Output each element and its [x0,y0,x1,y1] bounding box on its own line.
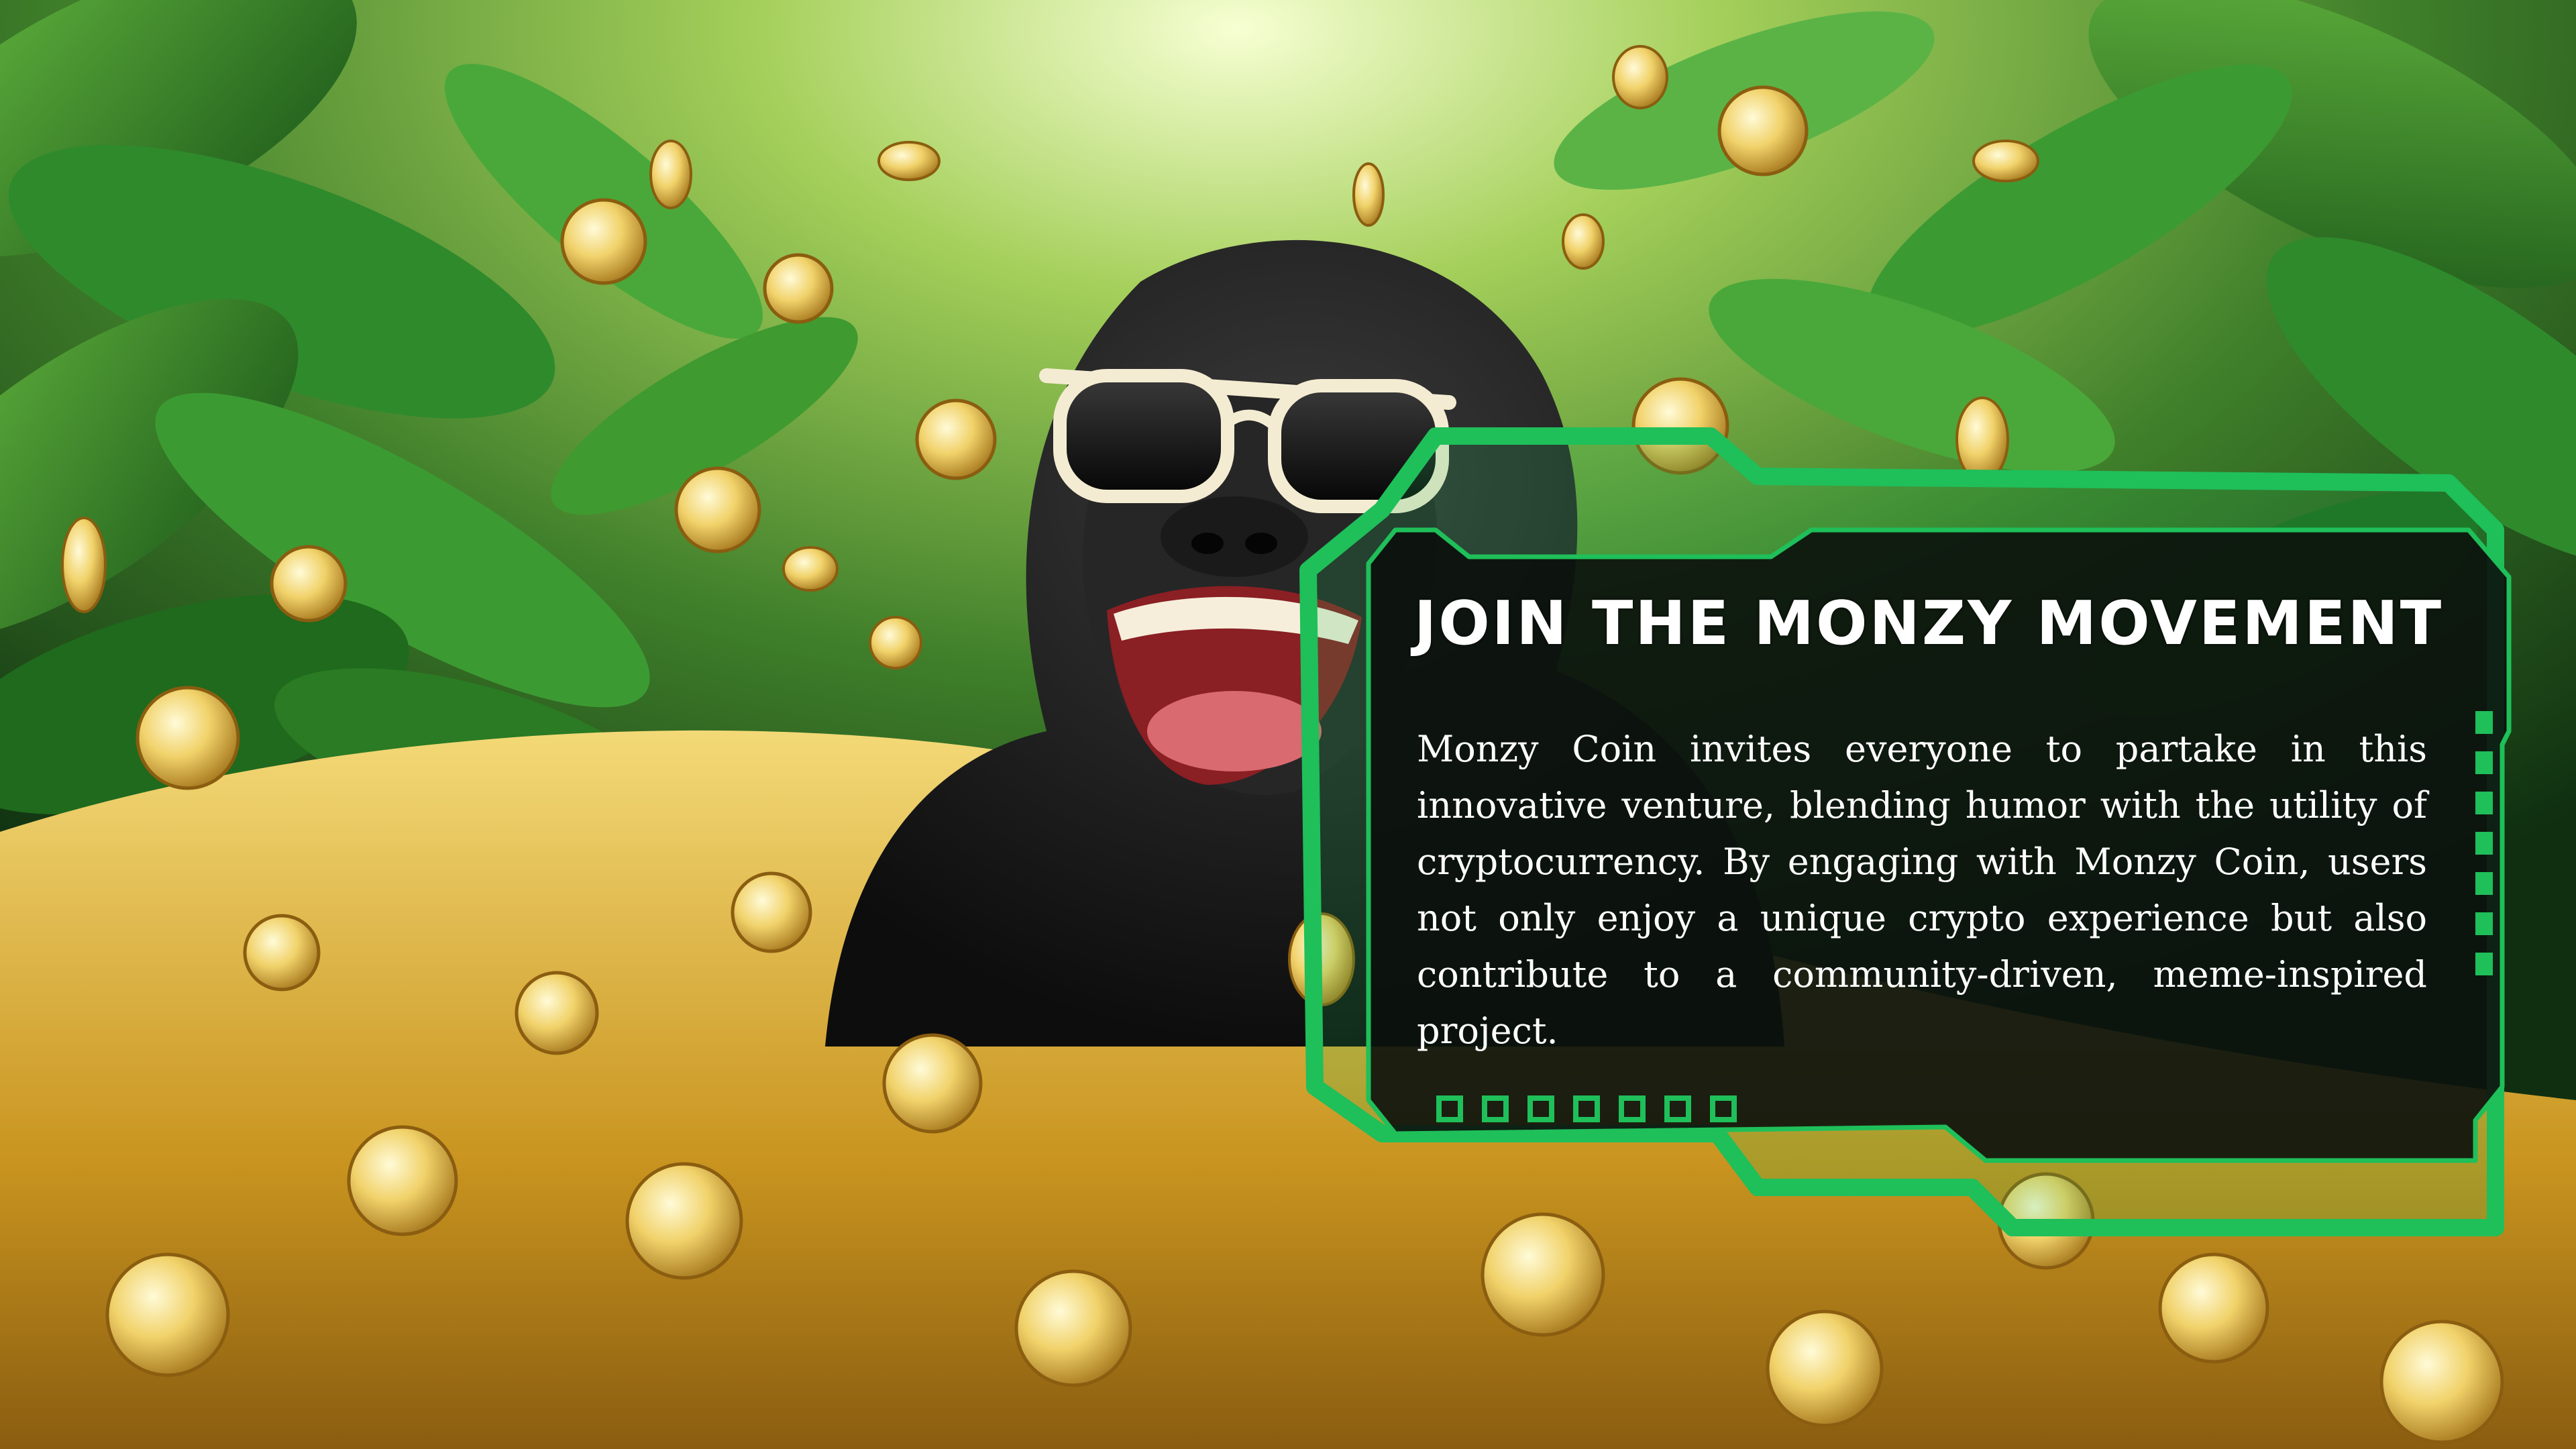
card-description: Monzy Coin invites everyone to partake i… [1417,728,2427,1052]
card-title: JOIN THE MONZY MOVEMENT [1413,588,2444,659]
